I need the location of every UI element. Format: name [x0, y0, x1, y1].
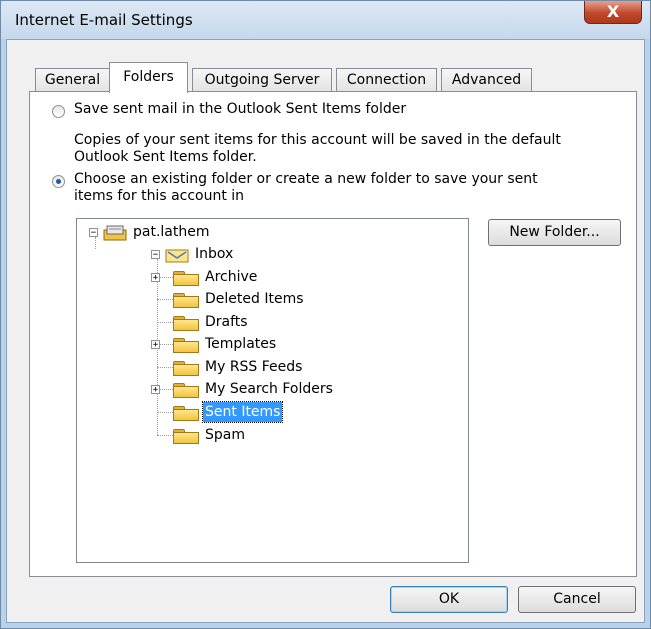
collapse-icon[interactable]: − — [151, 250, 160, 260]
expand-icon[interactable]: + — [151, 340, 160, 350]
tree-label-inbox[interactable]: Inbox — [193, 244, 235, 264]
save-default-radio[interactable] — [52, 105, 65, 118]
tab-general[interactable]: General — [35, 68, 110, 92]
folder-icon — [173, 293, 199, 308]
inbox-folder-icon — [165, 249, 189, 263]
close-icon: X — [606, 2, 620, 21]
tree-connector — [157, 299, 173, 300]
tree-label-deleted-items[interactable]: Deleted Items — [203, 289, 306, 309]
tree-label-drafts[interactable]: Drafts — [203, 312, 250, 332]
expand-icon[interactable]: + — [151, 385, 160, 395]
window-title: Internet E-mail Settings — [15, 11, 193, 29]
mail-account-icon — [103, 225, 127, 241]
folder-icon — [173, 406, 199, 421]
tree-connector — [157, 412, 173, 413]
choose-folder-label-line-1[interactable]: Choose an existing folder or create a ne… — [74, 171, 538, 188]
title-bar[interactable]: Internet E-mail Settings X — [1, 1, 650, 39]
tree-label-spam[interactable]: Spam — [203, 425, 247, 445]
tree-label-sent-items[interactable]: Sent Items — [201, 401, 284, 423]
choose-folder-label-line-2[interactable]: items for this account in — [74, 188, 244, 205]
tree-label-my-search-folders[interactable]: My Search Folders — [203, 379, 335, 399]
tab-outgoing-server[interactable]: Outgoing Server — [192, 68, 332, 92]
choose-folder-radio[interactable] — [52, 175, 65, 188]
tree-label-templates[interactable]: Templates — [203, 334, 278, 354]
tree-label-my-rss-feeds[interactable]: My RSS Feeds — [203, 357, 304, 377]
folder-tree[interactable]: − pat.lathem − Inbox + Archive Deleted I… — [76, 218, 469, 563]
tab-folders[interactable]: Folders — [109, 62, 188, 93]
tab-connection[interactable]: Connection — [336, 68, 437, 92]
ok-button[interactable]: OK — [390, 586, 508, 613]
new-folder-button[interactable]: New Folder... — [488, 219, 621, 246]
dialog-client-area: General Folders Outgoing Server Connecti… — [6, 39, 645, 623]
tree-connector — [95, 237, 96, 249]
folder-icon — [173, 429, 199, 444]
folder-icon — [173, 271, 199, 286]
folder-icon — [173, 383, 199, 398]
internet-email-settings-dialog: Internet E-mail Settings X General Folde… — [0, 0, 651, 629]
save-default-description-line-1: Copies of your sent items for this accou… — [74, 132, 561, 148]
tree-connector — [157, 435, 173, 436]
folder-icon — [173, 338, 199, 353]
tree-connector — [157, 367, 173, 368]
expand-icon[interactable]: + — [151, 273, 160, 283]
save-default-label[interactable]: Save sent mail in the Outlook Sent Items… — [74, 101, 406, 117]
folders-tab-panel: Save sent mail in the Outlook Sent Items… — [29, 91, 637, 577]
folder-icon — [173, 361, 199, 376]
cancel-button[interactable]: Cancel — [518, 586, 636, 613]
close-button[interactable]: X — [584, 1, 642, 24]
tree-connector — [157, 322, 173, 323]
tree-label-archive[interactable]: Archive — [203, 267, 259, 287]
tree-label-account[interactable]: pat.lathem — [131, 222, 212, 242]
folder-icon — [173, 316, 199, 331]
tab-advanced[interactable]: Advanced — [441, 68, 532, 92]
collapse-icon[interactable]: − — [89, 228, 98, 238]
save-default-description-line-2: Outlook Sent Items folder. — [74, 149, 257, 165]
